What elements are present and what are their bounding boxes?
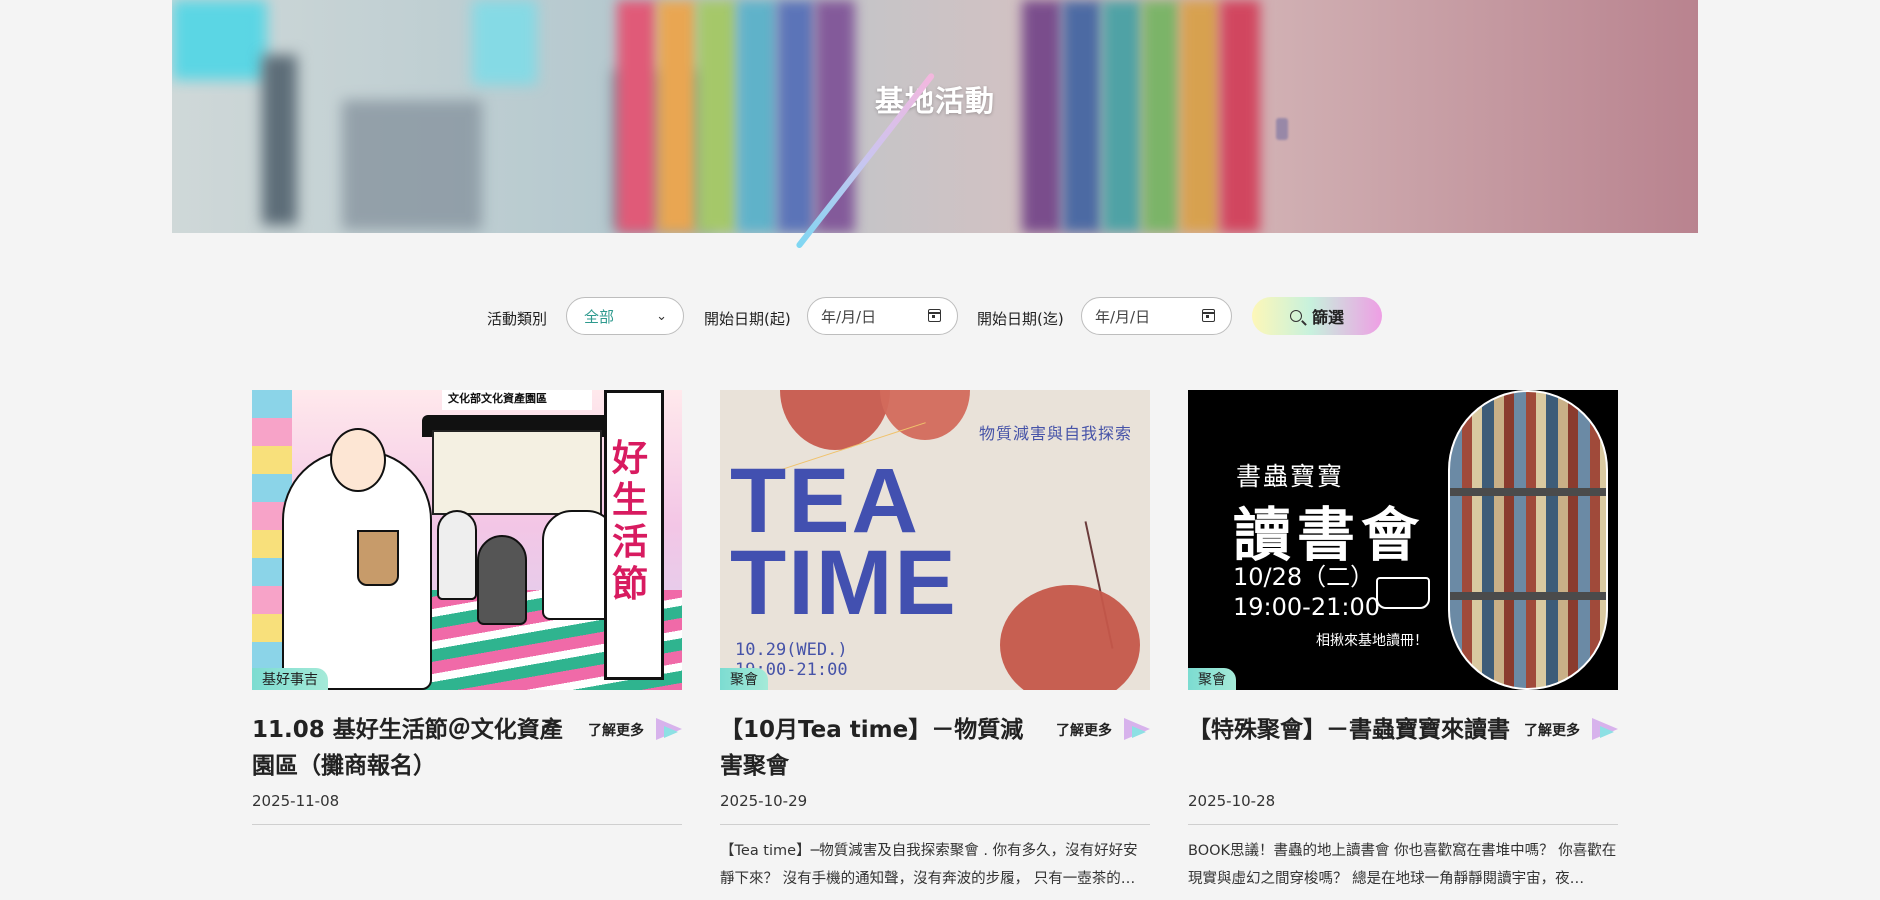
event-title[interactable]: 【10月Tea time】－物質減害聚會	[720, 712, 1045, 784]
category-select[interactable]: 全部 ⌄	[566, 297, 684, 335]
chevron-down-icon: ⌄	[656, 309, 667, 324]
divider	[252, 824, 682, 825]
hero-bg-shape	[172, 0, 267, 80]
divider	[720, 824, 1150, 825]
poster-heading: TIME	[730, 532, 958, 634]
category-label: 活動類別	[487, 310, 548, 328]
start-to-date-input[interactable]: 年/月/日	[1081, 297, 1232, 335]
event-card-image[interactable]: 物質減害與自我探索 TEA TIME 10.29(WED.) 19:00-21:…	[720, 390, 1150, 690]
event-date: 2025-10-29	[720, 792, 808, 810]
bookshelf-illustration	[1448, 390, 1608, 690]
start-from-date-input[interactable]: 年/月/日	[807, 297, 958, 335]
calendar-icon[interactable]	[928, 309, 941, 322]
category-tag: 基好事吉	[252, 668, 328, 690]
hero-bg-shape	[472, 0, 537, 85]
start-from-label: 開始日期(起)	[704, 310, 791, 328]
category-tag: 聚會	[1188, 668, 1236, 690]
event-date: 2025-10-28	[1188, 792, 1276, 810]
flower-petal	[1000, 585, 1140, 690]
event-date: 2025-11-08	[252, 792, 340, 810]
poster-time: 19:00-21:00	[1233, 593, 1380, 621]
temple-illustration	[432, 430, 602, 515]
person-illustration	[477, 535, 527, 625]
filter-submit-button[interactable]: 篩選	[1252, 297, 1382, 335]
event-excerpt	[252, 837, 682, 893]
learn-more-link[interactable]: 了解更多	[1524, 720, 1580, 740]
poster-heading: TEA	[730, 450, 920, 552]
goddess-face	[330, 428, 386, 492]
filter-bar: 活動類別 全部 ⌄ 開始日期(起) 年/月/日 開始日期(迄) 年/月/日 篩選	[0, 297, 1880, 335]
event-excerpt: BOOK思議！書蟲的地上讀書會 你也喜歡窩在書堆中嗎？ 你喜歡在現實與虛幻之間穿…	[1188, 843, 1617, 887]
category-select-value: 全部	[584, 307, 615, 326]
learn-more-link[interactable]: 了解更多	[588, 720, 644, 740]
search-icon	[1289, 310, 1302, 322]
book-icon	[1376, 577, 1430, 609]
divider	[1188, 824, 1618, 825]
event-card[interactable]: 文化部文化資產園區 好生活節 基好事吉 11.08 基好生活節＠文化資產園區（攤…	[252, 390, 682, 825]
hero-banner: 基地活動	[172, 0, 1698, 233]
play-arrow-icon	[664, 726, 678, 738]
start-from-placeholder: 年/月/日	[821, 307, 877, 326]
poster-datetime: 10/28（二） 19:00-21:00	[1233, 562, 1380, 622]
category-tag: 聚會	[720, 668, 768, 690]
event-title[interactable]: 11.08 基好生活節＠文化資產園區（攤商報名）	[252, 712, 577, 784]
bubble-tea-illustration	[357, 530, 399, 586]
poster-header: 文化部文化資產園區	[442, 390, 592, 410]
filter-submit-label: 篩選	[1311, 308, 1344, 327]
event-card[interactable]: 書蟲寶寶 讀書會 10/28（二） 19:00-21:00 相揪來基地讀冊！ 聚…	[1188, 390, 1618, 887]
page-title: 基地活動	[874, 84, 995, 118]
event-title[interactable]: 【特殊聚會】－書蟲寶寶來讀書	[1188, 712, 1513, 748]
start-to-label: 開始日期(迄)	[977, 310, 1064, 328]
flower-petal	[780, 390, 890, 450]
event-card-image[interactable]: 書蟲寶寶 讀書會 10/28（二） 19:00-21:00 相揪來基地讀冊！ 聚…	[1188, 390, 1618, 690]
event-excerpt: 【Tea time】─物質減害及自我探索聚會 . 你有多久，沒有好好安靜下來？ …	[720, 843, 1138, 887]
event-card-image[interactable]: 文化部文化資產園區 好生活節 基好事吉	[252, 390, 682, 690]
play-arrow-icon	[1600, 726, 1614, 738]
poster-date: 10/28（二）	[1233, 563, 1375, 591]
start-to-placeholder: 年/月/日	[1095, 307, 1151, 326]
hero-bg-shape	[1276, 118, 1288, 140]
poster-subtitle: 物質減害與自我探索	[978, 424, 1132, 443]
person-illustration	[437, 510, 477, 600]
play-arrow-icon	[1132, 726, 1146, 738]
poster-tagline: 相揪來基地讀冊！	[1316, 633, 1428, 649]
poster-date: 10.29(WED.)	[735, 640, 848, 660]
poster-heading: 讀書會	[1233, 501, 1426, 569]
event-card[interactable]: 物質減害與自我探索 TEA TIME 10.29(WED.) 19:00-21:…	[720, 390, 1150, 887]
learn-more-link[interactable]: 了解更多	[1056, 720, 1112, 740]
calendar-icon[interactable]	[1202, 309, 1215, 322]
vertical-banner-text: 好生活節	[612, 438, 649, 605]
